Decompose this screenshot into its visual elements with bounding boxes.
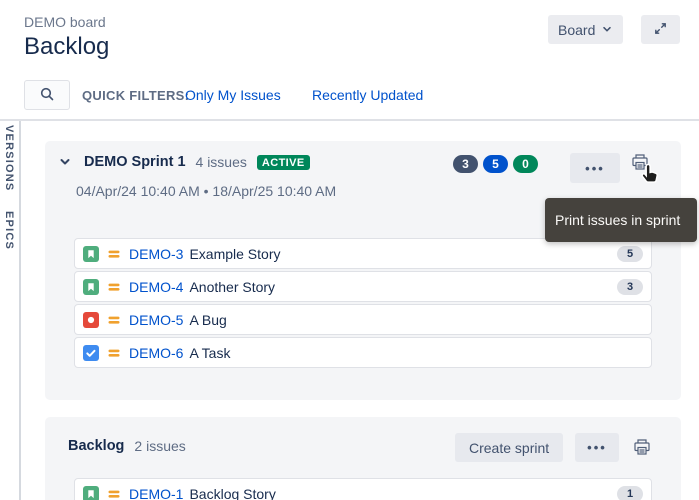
- sprint-stat-badge: 5: [483, 155, 508, 173]
- expand-icon: [653, 21, 668, 39]
- sprint-more-actions-button[interactable]: •••: [570, 153, 620, 183]
- task-icon: [83, 345, 99, 361]
- bug-icon: [83, 312, 99, 328]
- issue-summary: Another Story: [189, 279, 275, 295]
- priority-medium-icon: [107, 313, 121, 327]
- issue-key-link[interactable]: DEMO-5: [129, 312, 183, 328]
- ellipsis-icon: •••: [585, 162, 605, 175]
- issue-row[interactable]: DEMO-1 Backlog Story 1: [74, 478, 652, 500]
- ellipsis-icon: •••: [587, 441, 607, 454]
- priority-medium-icon: [107, 280, 121, 294]
- filter-only-my-issues[interactable]: Only My Issues: [185, 87, 281, 103]
- side-rail: VERSIONS EPICS: [0, 121, 21, 500]
- search-icon: [39, 86, 55, 105]
- issue-summary: A Task: [189, 345, 230, 361]
- story-icon: [83, 246, 99, 262]
- issue-row[interactable]: DEMO-3 Example Story 5: [74, 238, 652, 269]
- story-icon: [83, 279, 99, 295]
- fullscreen-button[interactable]: [641, 15, 680, 44]
- backlog-section: Backlog 2 issues Create sprint ••• DEMO-…: [45, 417, 681, 500]
- backlog-more-actions-button[interactable]: •••: [575, 433, 619, 462]
- sprint-date-range: 04/Apr/24 10:40 AM • 18/Apr/25 10:40 AM: [76, 183, 336, 199]
- sprint-stat-badges: 350: [453, 155, 538, 173]
- estimate-badge: 1: [617, 486, 643, 500]
- story-icon: [83, 486, 99, 500]
- issue-key-link[interactable]: DEMO-4: [129, 279, 183, 295]
- sprint-name: DEMO Sprint 1: [84, 154, 186, 170]
- priority-medium-icon: [107, 346, 121, 360]
- page-title: Backlog: [24, 33, 109, 61]
- estimate-badge: 3: [617, 279, 643, 295]
- estimate-badge: 5: [617, 246, 643, 262]
- versions-panel-toggle[interactable]: VERSIONS: [3, 125, 15, 191]
- chevron-down-icon: [601, 22, 613, 38]
- issue-key-link[interactable]: DEMO-1: [129, 486, 183, 500]
- create-sprint-button[interactable]: Create sprint: [455, 433, 563, 462]
- priority-medium-icon: [107, 247, 121, 261]
- issue-summary: A Bug: [189, 312, 226, 328]
- backlog-issue-count: 2 issues: [134, 438, 185, 454]
- sprint-status-badge: ACTIVE: [257, 155, 310, 170]
- issue-summary: Example Story: [189, 246, 280, 262]
- issue-row[interactable]: DEMO-4 Another Story 3: [74, 271, 652, 302]
- issue-row[interactable]: DEMO-5 A Bug: [74, 304, 652, 335]
- sprint-section: DEMO Sprint 1 4 issues ACTIVE 350 ••• 04…: [45, 141, 681, 400]
- filter-recently-updated[interactable]: Recently Updated: [312, 87, 423, 103]
- sprint-issue-count: 4 issues: [196, 154, 247, 170]
- priority-medium-icon: [107, 487, 121, 500]
- issue-row[interactable]: DEMO-6 A Task: [74, 337, 652, 368]
- sprint-issue-list: DEMO-3 Example Story 5 DEMO-4 Another Story 3…: [74, 238, 652, 370]
- printer-icon: [632, 437, 652, 460]
- backlog-name: Backlog: [68, 438, 124, 454]
- issue-key-link[interactable]: DEMO-6: [129, 345, 183, 361]
- hand-cursor-icon: [637, 162, 661, 193]
- issue-key-link[interactable]: DEMO-3: [129, 246, 183, 262]
- breadcrumb[interactable]: DEMO board: [24, 14, 106, 30]
- collapse-sprint-chevron-icon[interactable]: [56, 153, 74, 171]
- backlog-issue-list: DEMO-1 Backlog Story 1: [74, 478, 652, 500]
- tooltip: Print issues in sprint: [545, 198, 697, 242]
- print-backlog-button[interactable]: [623, 429, 661, 467]
- backlog-page: DEMO board Backlog Board QUICK FILTERS: …: [0, 0, 699, 500]
- board-switcher-button[interactable]: Board: [548, 15, 623, 44]
- sprint-stat-badge: 3: [453, 155, 478, 173]
- epics-panel-toggle[interactable]: EPICS: [3, 211, 15, 250]
- create-sprint-label: Create sprint: [469, 440, 549, 456]
- board-switcher-label: Board: [558, 22, 595, 38]
- issue-summary: Backlog Story: [189, 486, 275, 500]
- sprint-stat-badge: 0: [513, 155, 538, 173]
- quick-filters-label: QUICK FILTERS:: [82, 88, 189, 103]
- header-divider: [0, 119, 699, 121]
- search-button[interactable]: [24, 80, 70, 110]
